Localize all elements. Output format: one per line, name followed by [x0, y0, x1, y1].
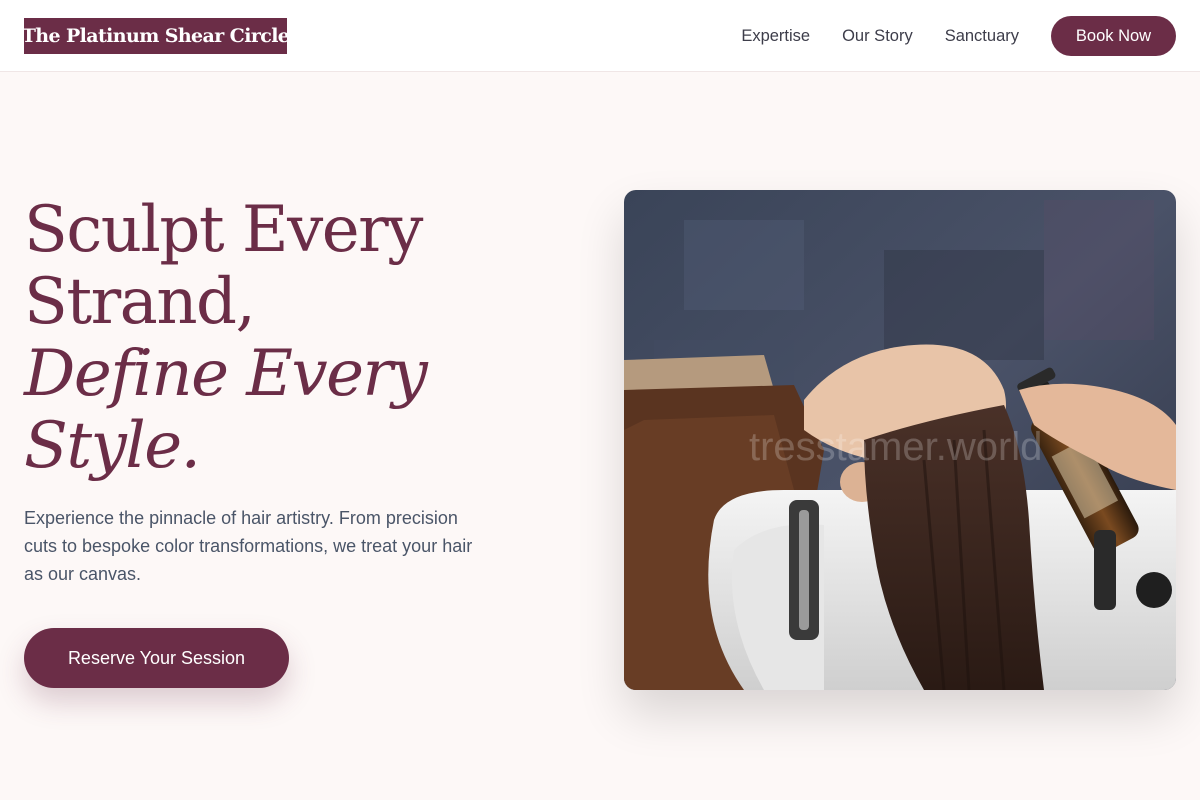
main-nav: Expertise Our Story Sanctuary Book Now [741, 16, 1176, 56]
hero-title: Sculpt Every Strand, Define Every Style. [24, 194, 544, 482]
nav-link-expertise[interactable]: Expertise [741, 27, 810, 46]
site-header: The Platinum Shear Circle Expertise Our … [0, 0, 1200, 72]
hero-photo: tresstamer.world [624, 190, 1176, 690]
photo-watermark: tresstamer.world [749, 425, 1042, 469]
hero-title-line-italic: Style. [24, 409, 201, 483]
book-now-button[interactable]: Book Now [1051, 16, 1176, 56]
hero-title-line: Sculpt Every [24, 193, 423, 267]
hero-title-line-italic: Define Every [24, 337, 428, 411]
hero-subtitle: Experience the pinnacle of hair artistry… [24, 508, 473, 584]
reserve-session-button[interactable]: Reserve Your Session [24, 628, 289, 688]
nav-link-our-story[interactable]: Our Story [842, 27, 913, 46]
brand-logo[interactable]: The Platinum Shear Circle [24, 18, 287, 54]
hero-title-line: Strand, [24, 265, 256, 339]
nav-link-sanctuary[interactable]: Sanctuary [945, 27, 1019, 46]
